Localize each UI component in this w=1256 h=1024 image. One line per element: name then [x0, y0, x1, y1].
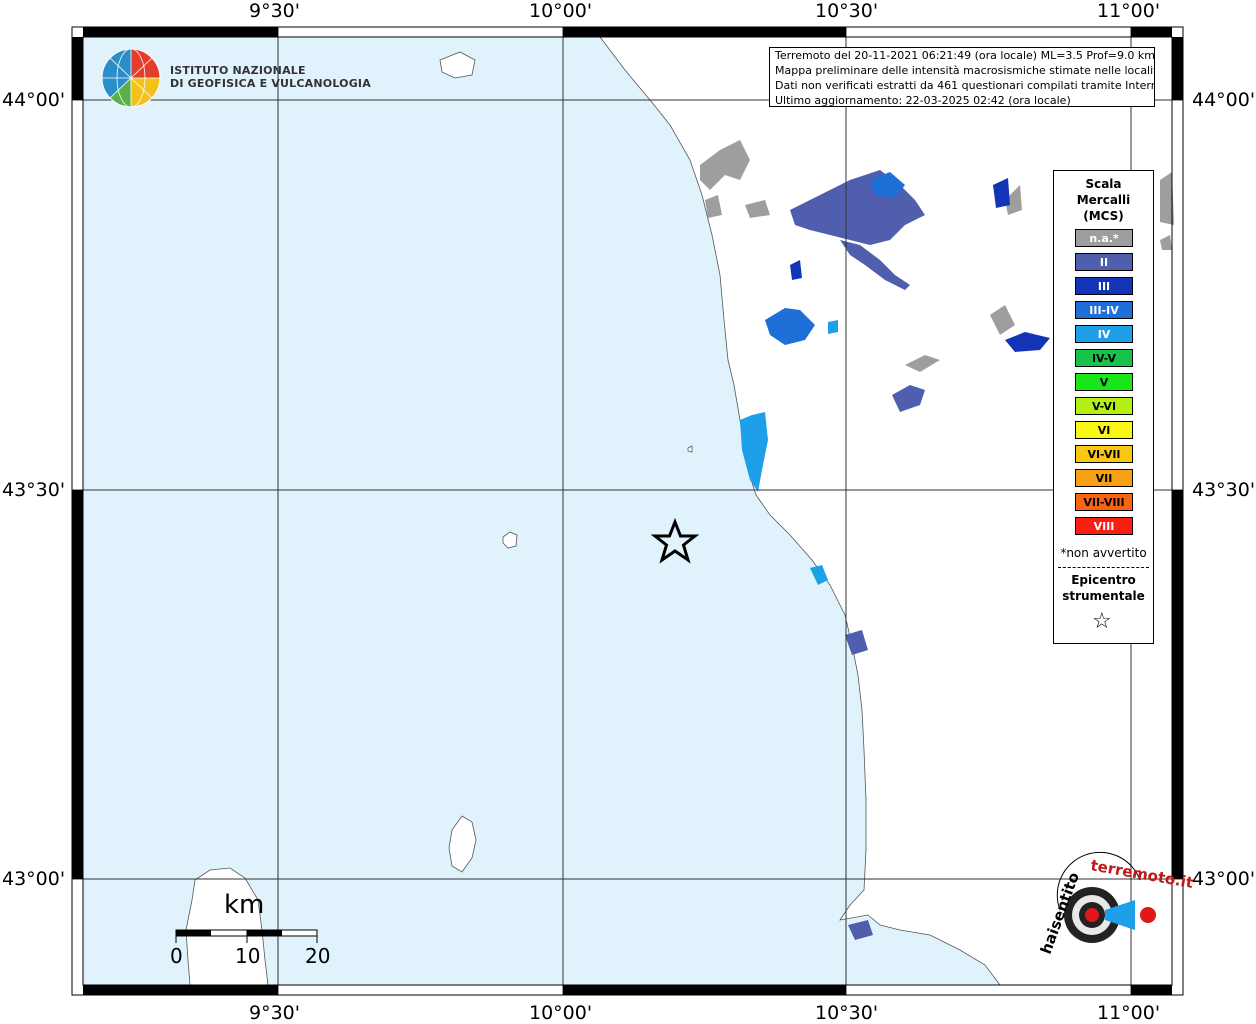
legend-item: III — [1075, 277, 1133, 295]
ingv-logo-text: ISTITUTO NAZIONALE DI GEOFISICA E VULCAN… — [170, 64, 371, 90]
legend-item: V-VI — [1075, 397, 1133, 415]
event-info-line4: Ultimo aggiornamento: 22-03-2025 02:42 (… — [775, 94, 1071, 107]
legend-note: *non avvertito — [1060, 546, 1147, 560]
legend-epicentro-line2: strumentale — [1062, 589, 1145, 603]
scale-bar-label-10: 10 — [235, 944, 261, 968]
legend-item: VIII — [1075, 517, 1133, 535]
legend-epicentro-line1: Epicentro — [1071, 573, 1136, 587]
ingv-logo-icon — [101, 48, 161, 108]
lon-label-top-1030: 10°30' — [815, 0, 879, 22]
lat-label-right-4330: 43°30' — [1192, 479, 1256, 501]
lat-label-left-4400: 44°00' — [2, 89, 66, 111]
legend-title-line1: Scala — [1085, 177, 1122, 191]
event-info-box: Terremoto del 20-11-2021 06:21:49 (ora l… — [769, 47, 1155, 107]
legend-title-line3: (MCS) — [1083, 209, 1124, 223]
lon-label-bottom-1100: 11°00' — [1097, 1002, 1161, 1024]
legend-title: Scala Mercalli (MCS) — [1054, 176, 1153, 224]
legend-item: VII — [1075, 469, 1133, 487]
legend-item: III-IV — [1075, 301, 1133, 319]
legend-item: VI — [1075, 421, 1133, 439]
legend-epicentro: Epicentro strumentale — [1054, 572, 1153, 604]
lat-label-right-4400: 44°00' — [1192, 89, 1256, 111]
lon-label-bottom-930: 9°30' — [249, 1002, 300, 1024]
scale-bar-label-0: 0 — [170, 944, 183, 968]
mcs-legend: Scala Mercalli (MCS) n.a.* II III III-IV IV I… — [1053, 170, 1154, 644]
scale-bar-label-20: 20 — [305, 944, 331, 968]
ingv-logo-line1: ISTITUTO NAZIONALE — [170, 64, 306, 77]
lon-label-top-1100: 11°00' — [1097, 0, 1161, 22]
legend-item: II — [1075, 253, 1133, 271]
lat-label-left-4330: 43°30' — [2, 479, 66, 501]
lon-label-top-1000: 10°00' — [529, 0, 593, 22]
lon-label-bottom-1000: 10°00' — [529, 1002, 593, 1024]
event-info-line3: Dati non verificati estratti da 461 ques… — [775, 79, 1155, 92]
legend-item: IV-V — [1075, 349, 1133, 367]
event-info-line1: Terremoto del 20-11-2021 06:21:49 (ora l… — [775, 49, 1155, 62]
ingv-logo-line2: DI GEOFISICA E VULCANOLOGIA — [170, 77, 371, 90]
legend-item: IV — [1075, 325, 1133, 343]
legend-item: VII-VIII — [1075, 493, 1133, 511]
lon-label-top-930: 9°30' — [249, 0, 300, 22]
legend-title-line2: Mercalli — [1076, 193, 1131, 207]
event-info-line2: Mappa preliminare delle intensità macros… — [775, 64, 1155, 77]
lon-label-bottom-1030: 10°30' — [815, 1002, 879, 1024]
legend-star-icon: ☆ — [1092, 609, 1112, 634]
legend-item: V — [1075, 373, 1133, 391]
lat-label-right-4300: 43°00' — [1192, 868, 1256, 890]
scale-bar-unit: km — [224, 890, 265, 920]
legend-item: n.a.* — [1075, 229, 1133, 247]
legend-separator — [1058, 567, 1149, 568]
lat-label-left-4300: 43°00' — [2, 868, 66, 890]
legend-item: VI-VII — [1075, 445, 1133, 463]
